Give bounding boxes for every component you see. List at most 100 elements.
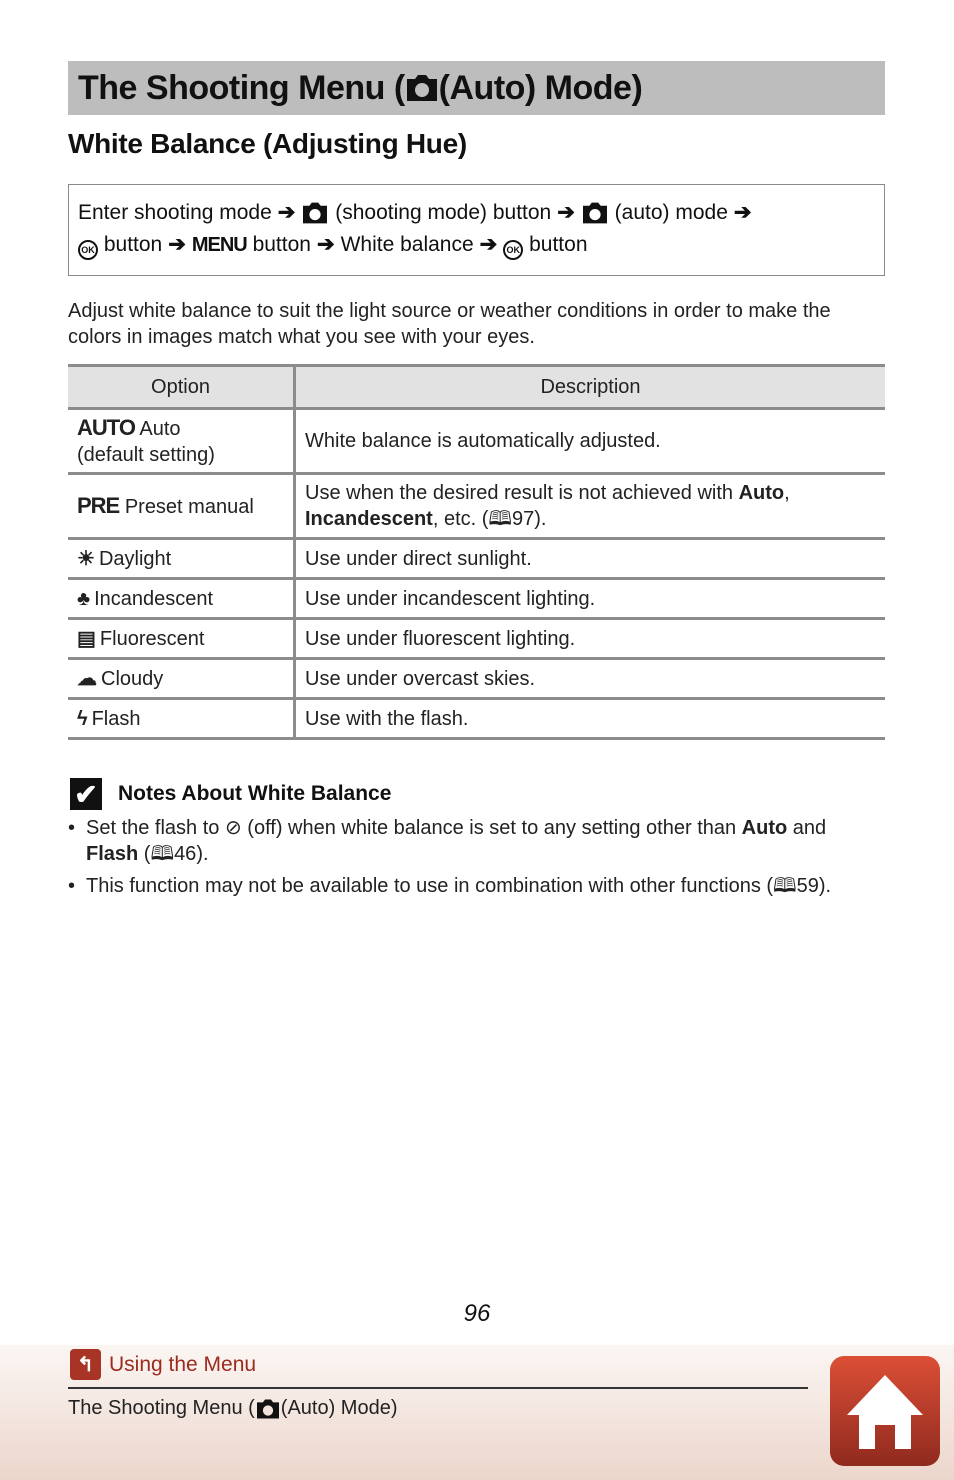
home-icon [847, 1375, 923, 1449]
chapter-title: The Shooting Menu ( (Auto) Mode) [78, 68, 643, 108]
navigation-path-box: Enter shooting mode ➔ (shooting mode) but… [68, 184, 885, 276]
footer-breadcrumb: The Shooting Menu ( (Auto) Mode) [68, 1397, 398, 1420]
notes-heading: ✔ Notes About White Balance [70, 778, 391, 810]
chapter-title-prefix: The Shooting Menu ( [78, 68, 405, 107]
note-text: This function may not be available to us… [86, 875, 774, 897]
description-cell: Use under overcast skies. [294, 658, 885, 700]
flash-off-icon: ⊘ [224, 817, 242, 839]
cloudy-icon: ☁ [77, 667, 97, 690]
intro-paragraph: Adjust white balance to suit the light s… [68, 300, 831, 348]
daylight-icon: ☀ [77, 547, 95, 570]
bold-term: Auto [738, 482, 785, 504]
path-step: (shooting mode) button [335, 201, 552, 224]
page-reference-link[interactable]: 97 [512, 508, 534, 530]
description-cell: Use under incandescent lighting. [294, 578, 885, 620]
option-label: Incandescent [94, 587, 214, 610]
book-icon: 🕮 [773, 875, 797, 897]
back-link-label: Using the Menu [109, 1352, 257, 1376]
arrow-icon: ➔ [557, 201, 575, 224]
path-step: button [252, 233, 311, 256]
description-cell: Use under direct sunlight. [294, 538, 885, 580]
table-row: ♣ Incandescent Use under incandescent lig… [68, 578, 885, 620]
page-reference-link[interactable]: 46 [174, 843, 196, 865]
back-link-using-the-menu[interactable]: ↰ Using the Menu [70, 1349, 256, 1380]
option-cell: ϟ Flash [68, 698, 296, 740]
camera-icon [582, 203, 607, 224]
column-header-description: Description [294, 364, 885, 410]
camera-icon [303, 203, 328, 224]
home-button[interactable] [830, 1356, 940, 1466]
notes-list: Set the flash to ⊘ (off) when white bala… [68, 815, 888, 905]
book-icon: 🕮 [488, 508, 512, 530]
book-icon: 🕮 [150, 843, 175, 865]
option-cell: AUTO Auto (default setting) [68, 408, 296, 475]
bold-term: Flash [86, 843, 139, 865]
option-label: Fluorescent [99, 627, 205, 650]
camera-icon [406, 75, 437, 101]
table-row: ☁ Cloudy Use under overcast skies. [68, 658, 885, 700]
path-step: button [103, 233, 163, 256]
table-row: AUTO Auto (default setting) White balance… [68, 408, 885, 475]
page-number: 96 [463, 1300, 491, 1327]
description-cell: Use under fluorescent lighting. [294, 618, 885, 660]
back-arrow-icon: ↰ [70, 1349, 101, 1380]
breadcrumb-text: The Shooting Menu ( [68, 1397, 255, 1419]
arrow-icon: ➔ [277, 201, 296, 224]
section-title: White Balance (Adjusting Hue) [68, 128, 467, 159]
note-text: Set the flash to [86, 817, 225, 839]
arrow-icon: ➔ [316, 233, 335, 256]
chapter-title-suffix: (Auto) Mode) [438, 68, 643, 107]
ok-button-icon: OK [503, 240, 524, 260]
option-cell: ▤ Fluorescent [68, 618, 296, 660]
option-label: Daylight [98, 547, 172, 570]
table-row: ▤ Fluorescent Use under fluorescent light… [68, 618, 885, 660]
list-item: This function may not be available to us… [68, 873, 888, 899]
table-row: ☀ Daylight Use under direct sunlight. [68, 538, 885, 580]
option-label: Cloudy [101, 667, 164, 690]
chapter-title-bar: The Shooting Menu ( (Auto) Mode) [68, 61, 885, 115]
description-text: , [784, 482, 790, 504]
camera-icon [256, 1398, 279, 1419]
description-cell: Use when the desired result is not achie… [294, 473, 885, 540]
note-text: ). [196, 843, 209, 865]
description-cell: Use with the flash. [294, 698, 885, 740]
option-cell: PRE Preset manual [68, 473, 296, 540]
option-label: Flash [91, 707, 141, 730]
description-cell: White balance is automatically adjusted. [294, 408, 885, 475]
description-text: ). [534, 508, 547, 530]
check-icon: ✔ [70, 778, 102, 810]
fluorescent-icon: ▤ [77, 627, 96, 650]
incandescent-icon: ♣ [77, 587, 91, 610]
arrow-icon: ➔ [479, 233, 498, 256]
list-item: Set the flash to ⊘ (off) when white bala… [68, 815, 888, 867]
path-step: (auto) mode [614, 201, 728, 224]
ok-button-icon: OK [78, 240, 98, 260]
menu-button-icon: MENU [191, 234, 248, 256]
table-row: ϟ Flash Use with the flash. [68, 698, 885, 740]
arrow-icon: ➔ [168, 233, 186, 256]
table-header-row: Option Description [68, 364, 885, 410]
option-cell: ♣ Incandescent [68, 578, 296, 620]
description-text: , etc. ( [432, 508, 489, 530]
option-label: Preset manual [124, 495, 254, 518]
option-note: (default setting) [77, 443, 215, 466]
column-header-option: Option [68, 364, 296, 410]
description-text: Use when the desired result is not achie… [305, 482, 739, 504]
note-text: (off) when white balance is set to any s… [241, 817, 742, 839]
table-row: PRE Preset manual Use when the desired r… [68, 473, 885, 540]
notes-title: Notes About White Balance [118, 782, 392, 805]
option-cell: ☁ Cloudy [68, 658, 296, 700]
path-step: White balance [340, 233, 474, 256]
path-step: button [529, 233, 588, 256]
white-balance-options-table: Option Description AUTO Auto (default set… [68, 364, 885, 740]
footer-divider [68, 1387, 808, 1389]
arrow-icon: ➔ [733, 201, 752, 224]
page-reference-link[interactable]: 59 [797, 875, 819, 897]
bold-term: Incandescent [305, 508, 433, 530]
auto-icon: AUTO [77, 414, 136, 440]
note-text: ( [138, 843, 151, 865]
note-text: and [787, 817, 827, 839]
preset-icon: PRE [77, 492, 120, 518]
option-label: Auto [139, 417, 181, 440]
breadcrumb-text: (Auto) Mode) [280, 1397, 398, 1419]
